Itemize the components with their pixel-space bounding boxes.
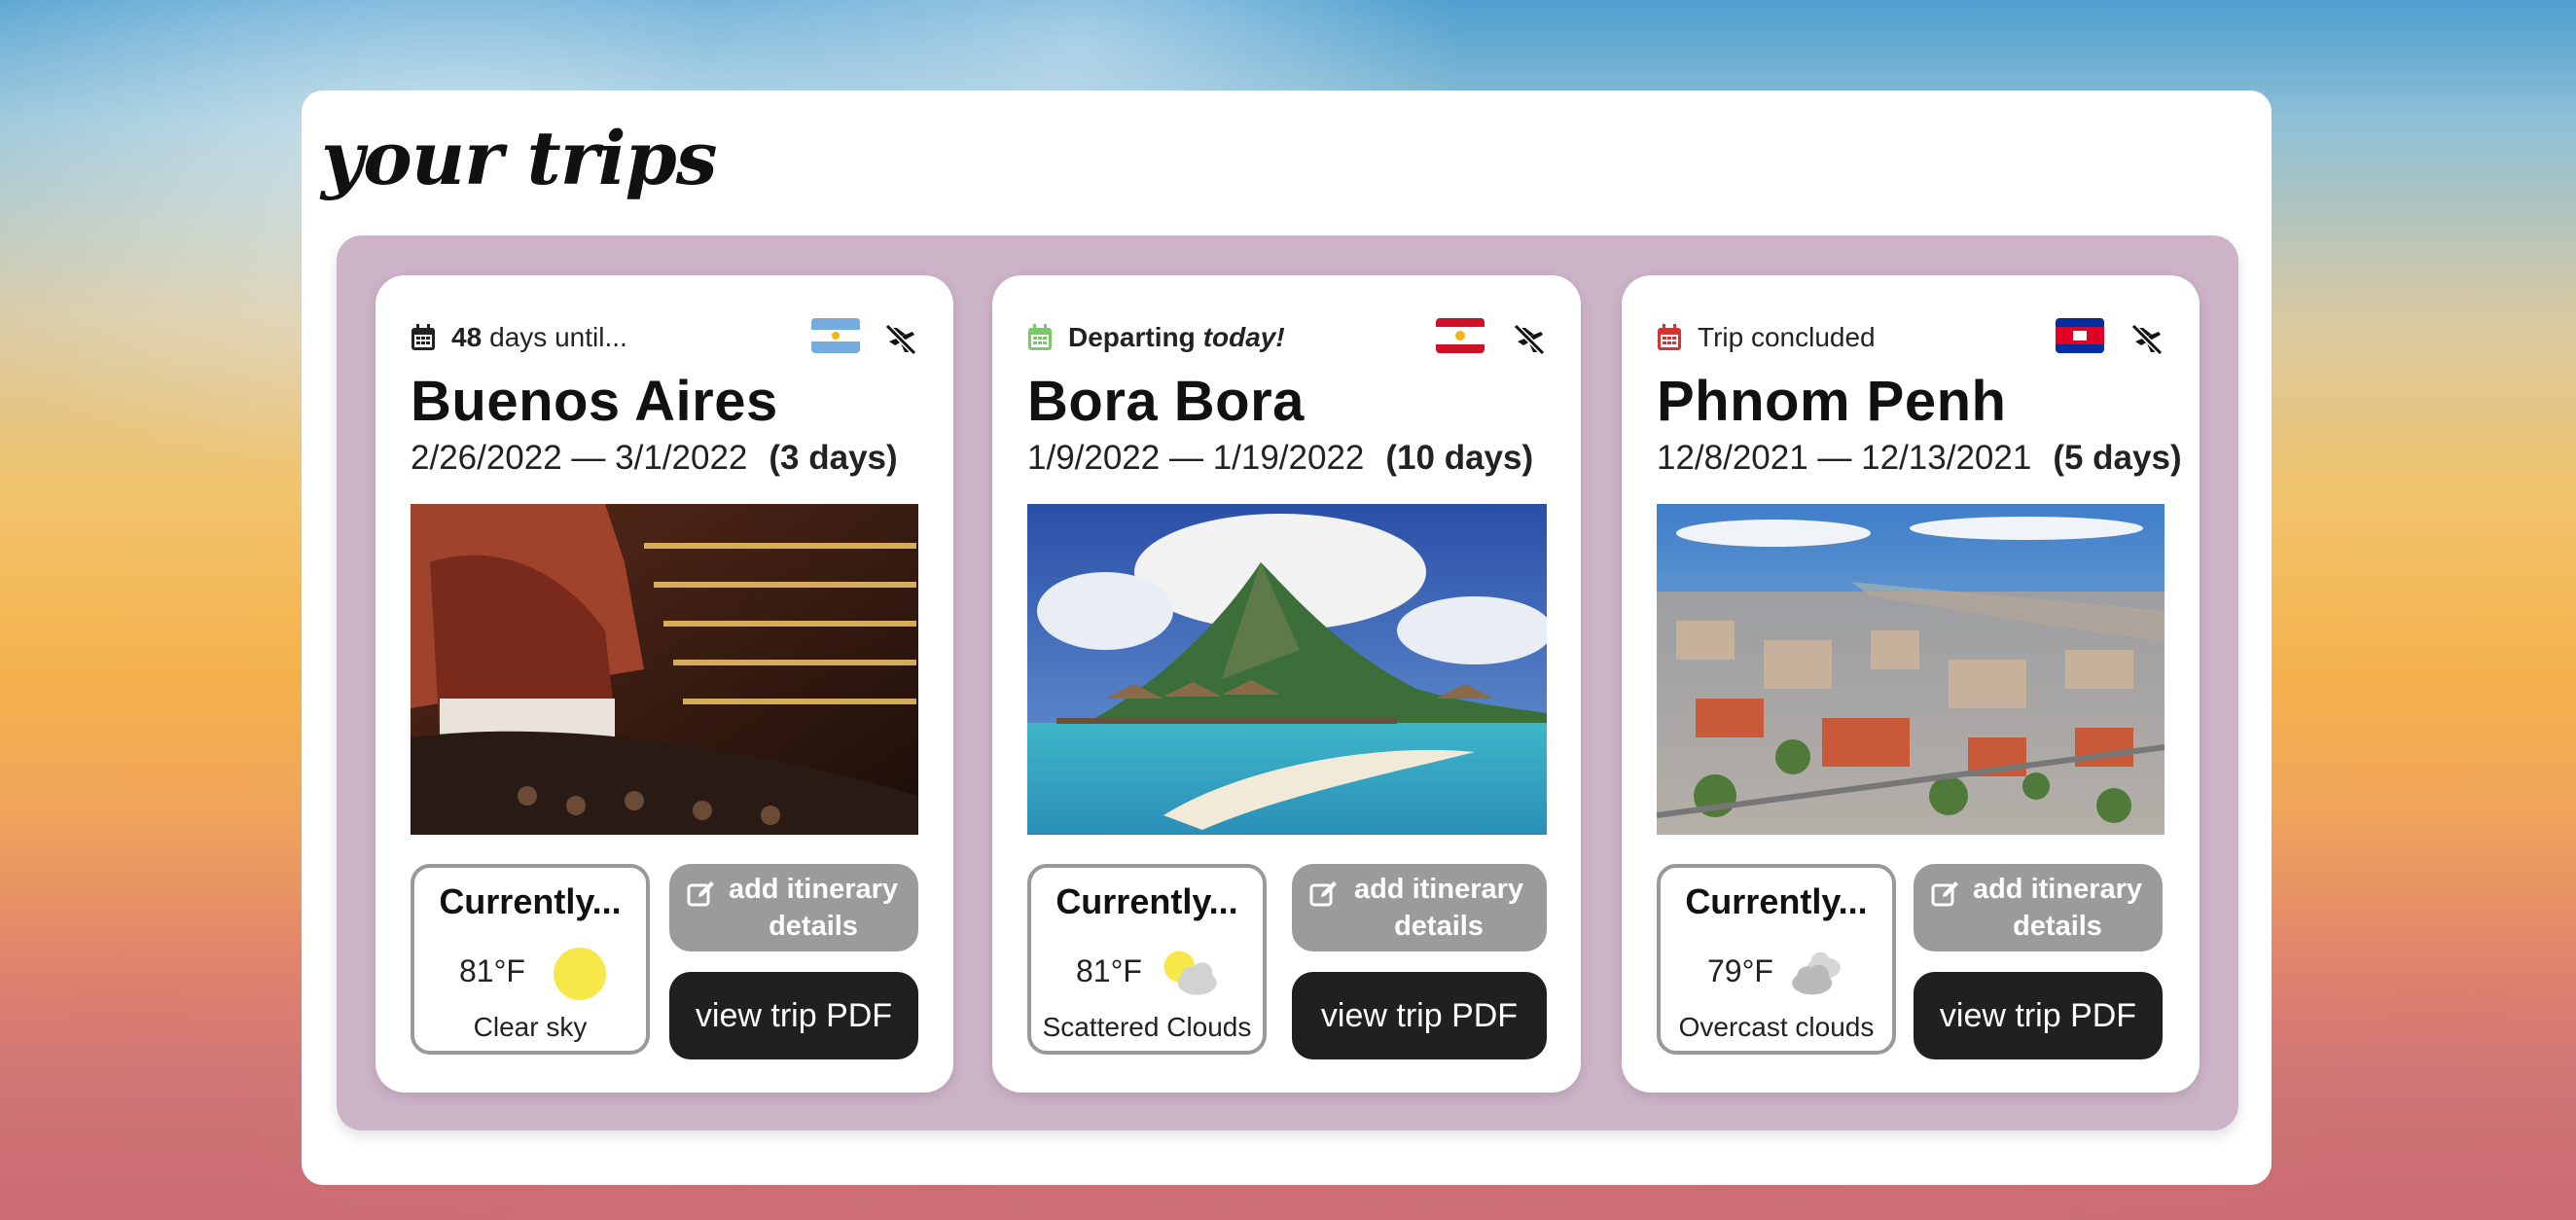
- city-name: Bora Bora: [1027, 370, 1305, 433]
- weather-header: Currently...: [1685, 881, 1868, 921]
- add-itinerary-button[interactable]: add itinerary details: [1292, 864, 1547, 951]
- weather-temp: 79°F: [1707, 953, 1773, 988]
- trip-dates: 1/9/2022 — 1/19/2022 (10 days): [1027, 439, 1533, 478]
- edit-icon: [1309, 881, 1337, 907]
- trip-status: Trip concluded: [1657, 322, 1876, 353]
- partly-cloudy-icon: [1163, 951, 1217, 995]
- status-text: Trip concluded: [1698, 322, 1876, 352]
- weather-widget: Currently... 79°F Overcast clouds: [1657, 864, 1896, 1055]
- flight-off-icon[interactable]: [881, 320, 920, 359]
- flight-off-icon[interactable]: [1510, 320, 1549, 359]
- destination-photo: [1027, 504, 1547, 835]
- trip-duration: (3 days): [769, 439, 898, 477]
- calendar-icon: [1028, 324, 1052, 350]
- page-heading: your trips: [321, 115, 718, 201]
- add-itinerary-button[interactable]: add itinerary details: [669, 864, 918, 951]
- add-itinerary-label: add itinerary details: [1353, 874, 1524, 942]
- trip-dates: 12/8/2021 — 12/13/2021 (5 days): [1657, 439, 2182, 478]
- trip-card-bora-bora[interactable]: Departing today! Bora Bora 1/9/2022 — 1/…: [992, 275, 1581, 1093]
- date-range: 2/26/2022 — 3/1/2022: [411, 439, 748, 477]
- status-emphasis: today!: [1202, 322, 1285, 352]
- weather-description: Overcast clouds: [1678, 1012, 1875, 1042]
- flight-off-icon[interactable]: [2128, 320, 2166, 359]
- weather-description: Clear sky: [473, 1012, 588, 1042]
- trip-dates: 2/26/2022 — 3/1/2022 (3 days): [411, 439, 898, 478]
- weather-description: Scattered Clouds: [1042, 1012, 1252, 1042]
- date-range: 12/8/2021 — 12/13/2021: [1657, 439, 2032, 477]
- sun-icon: [554, 948, 606, 1000]
- add-itinerary-button[interactable]: add itinerary details: [1914, 864, 2163, 951]
- calendar-icon: [1658, 324, 1681, 350]
- add-itinerary-label: add itinerary details: [1972, 874, 2143, 942]
- edit-icon: [1931, 881, 1958, 907]
- edit-icon: [687, 881, 714, 907]
- trip-card-phnom-penh[interactable]: Trip concluded Phnom Penh 12/8/2021 — 12…: [1622, 275, 2200, 1093]
- view-trip-pdf-button[interactable]: view trip PDF: [1914, 972, 2163, 1059]
- clouds-icon: [1792, 951, 1841, 995]
- days-count: 48: [451, 322, 483, 352]
- trip-duration: (10 days): [1385, 439, 1534, 477]
- city-name: Phnom Penh: [1657, 370, 2007, 433]
- trip-card-buenos-aires[interactable]: 48 days until... Buenos Aires 2/26/2022 …: [376, 275, 953, 1093]
- cambodia-flag-icon: [2056, 318, 2104, 353]
- french-polynesia-flag-icon: [1436, 318, 1485, 353]
- view-trip-pdf-button[interactable]: view trip PDF: [669, 972, 918, 1059]
- weather-temp: 81°F: [459, 953, 525, 988]
- status-text: Departing: [1068, 322, 1196, 352]
- add-itinerary-label: add itinerary details: [728, 874, 899, 942]
- trip-status: Departing today!: [1027, 322, 1285, 353]
- destination-photo: [1657, 504, 2165, 835]
- argentina-flag-icon: [811, 318, 860, 353]
- weather-widget: Currently... 81°F Scattered Clouds: [1027, 864, 1267, 1055]
- weather-header: Currently...: [1055, 881, 1238, 921]
- status-text: days until...: [489, 322, 627, 352]
- destination-photo: [411, 504, 918, 835]
- weather-header: Currently...: [439, 881, 622, 921]
- calendar-icon: [411, 324, 435, 350]
- trip-status: 48 days until...: [411, 322, 627, 353]
- weather-temp: 81°F: [1076, 953, 1142, 988]
- city-name: Buenos Aires: [411, 370, 778, 433]
- weather-widget: Currently... 81°F Clear sky: [411, 864, 650, 1055]
- trip-duration: (5 days): [2053, 439, 2182, 477]
- date-range: 1/9/2022 — 1/19/2022: [1027, 439, 1365, 477]
- view-trip-pdf-button[interactable]: view trip PDF: [1292, 972, 1547, 1059]
